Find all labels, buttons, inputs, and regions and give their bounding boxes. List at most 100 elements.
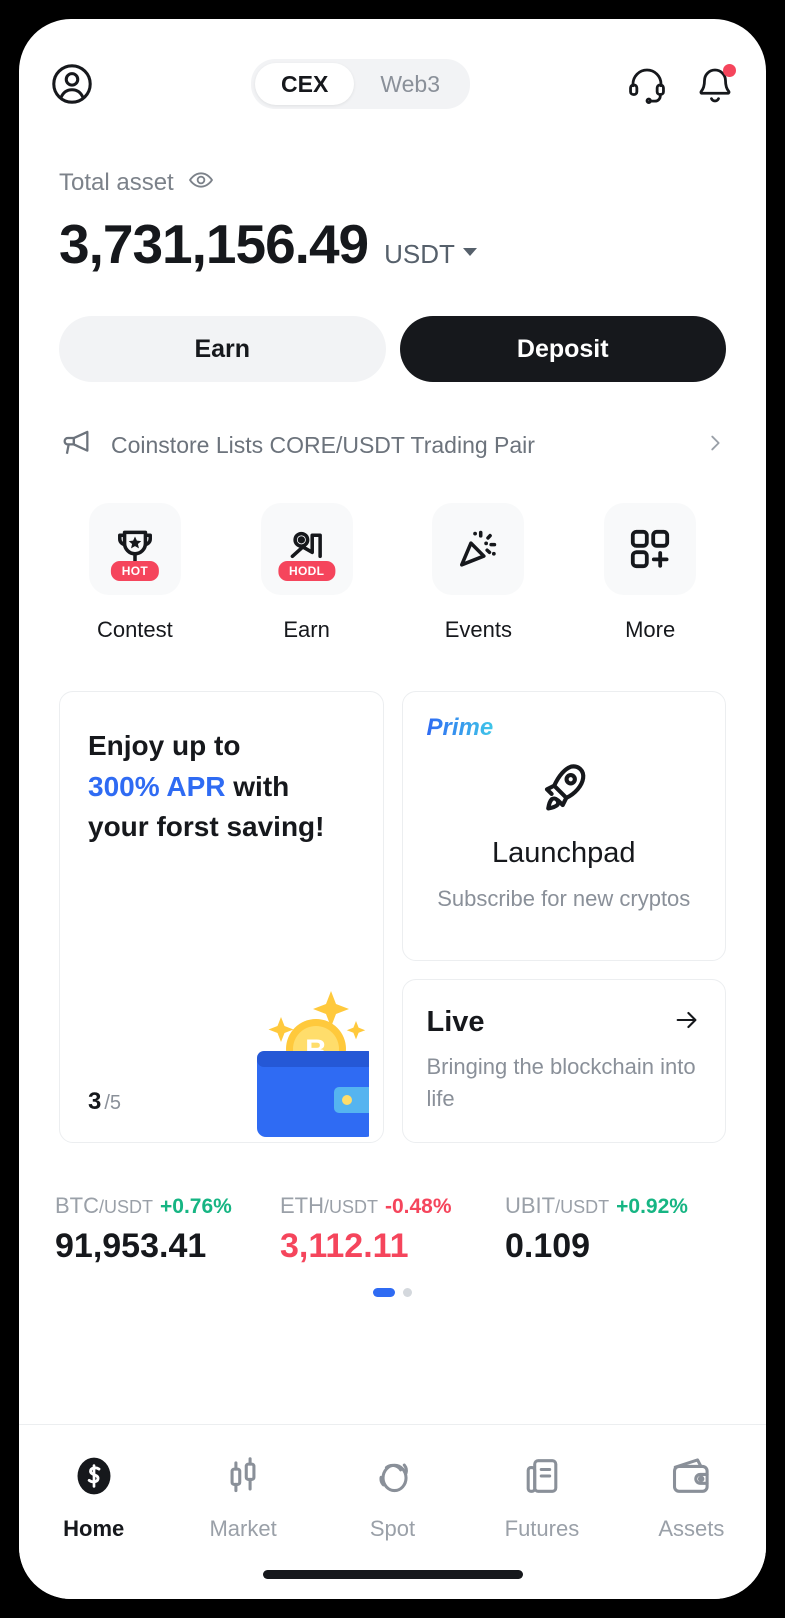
promo-line3: your forst saving! [88, 811, 325, 843]
promo-line1: Enjoy up to [88, 730, 241, 761]
ticker-quote: /USDT [324, 1197, 378, 1217]
action-buttons: Earn Deposit [19, 276, 766, 382]
ticker-change: -0.48% [385, 1195, 452, 1218]
ticker-quote: /USDT [555, 1197, 610, 1217]
nav-label: Market [209, 1516, 277, 1541]
phone-frame: CEX Web3 Total asset 3,731,156.49 USDT E… [8, 8, 777, 1610]
quick-link-label: Earn [283, 617, 330, 642]
prime-tag: Prime [426, 714, 494, 741]
ticker-header: ETH /USDT -0.48% [280, 1193, 505, 1219]
eye-icon[interactable] [188, 167, 214, 198]
quick-link-more[interactable]: More [564, 503, 736, 643]
app-header: CEX Web3 [19, 19, 766, 119]
nav-label: Home [63, 1516, 125, 1541]
carousel-dots [19, 1288, 766, 1297]
coinstore-logo-icon [71, 1453, 117, 1504]
pagination-current: 3 [88, 1088, 102, 1115]
user-circle-icon[interactable] [49, 61, 95, 107]
caret-down-icon [462, 247, 477, 256]
quick-link-label: Contest [96, 617, 173, 642]
confetti-icon [432, 503, 525, 595]
ticker-base: ETH [280, 1193, 324, 1218]
announcement-bar[interactable]: Coinstore Lists CORE/USDT Trading Pair [19, 382, 766, 465]
quick-link-contest[interactable]: HOT Contest [49, 503, 221, 643]
nav-item-market[interactable]: Market [168, 1453, 317, 1542]
right-card-column: Prime Launchpad Subscribe for new crypto… [401, 691, 726, 1143]
promo-highlight: 300% APR [88, 770, 226, 802]
launchpad-title: Launchpad [491, 837, 636, 869]
quick-link-label: More [625, 617, 676, 642]
ticker-price: 0.109 [505, 1227, 591, 1265]
carousel-dot-active[interactable] [373, 1288, 395, 1297]
earn-button[interactable]: Earn [59, 316, 386, 382]
home-indicator [262, 1570, 523, 1579]
bell-icon[interactable] [694, 63, 736, 105]
megaphone-icon [59, 426, 93, 465]
balance-row: 3,731,156.49 USDT [59, 212, 726, 276]
nav-label: Futures [504, 1516, 580, 1541]
document-icon [519, 1453, 565, 1504]
badge-hot: HOT [110, 561, 159, 581]
currency-label: USDT [384, 239, 455, 269]
promo-line2-rest: with [225, 770, 290, 802]
nav-label: Spot [369, 1516, 416, 1541]
nav-item-assets[interactable]: Assets [617, 1453, 766, 1542]
currency-selector[interactable]: USDT [384, 239, 477, 270]
headset-icon[interactable] [626, 63, 668, 105]
total-asset-row: Total asset [59, 167, 726, 198]
mode-switch: CEX Web3 [95, 59, 626, 109]
ticker-quote: /USDT [99, 1197, 153, 1217]
deposit-button[interactable]: Deposit [399, 316, 726, 382]
launchpad-subtitle: Subscribe for new cryptos [437, 886, 691, 911]
candlestick-icon [220, 1453, 266, 1504]
live-header: Live [427, 1006, 702, 1039]
ticker-header: BTC /USDT +0.76% [55, 1193, 280, 1219]
ticker-ubit[interactable]: UBIT /USDT +0.92% 0.109 [505, 1193, 730, 1266]
segmented-control: CEX Web3 [251, 59, 470, 109]
header-actions [626, 63, 736, 105]
quick-link-earn[interactable]: HODL Earn [221, 503, 393, 643]
chevron-right-icon[interactable] [704, 432, 726, 459]
tab-cex[interactable]: CEX [255, 63, 355, 105]
nav-item-spot[interactable]: Spot [318, 1453, 467, 1542]
wallet-bitcoin-illustration: B [219, 977, 382, 1142]
trophy-icon: HOT [88, 503, 181, 595]
hodl-chart-icon: HODL [260, 503, 353, 595]
nav-item-futures[interactable]: Futures [467, 1453, 616, 1542]
promo-pagination: 3 /5 [88, 1088, 121, 1116]
ticker-base: BTC [55, 1193, 99, 1218]
live-card[interactable]: Live Bringing the blockchain into life [401, 979, 726, 1143]
arrow-right-icon[interactable] [673, 1006, 701, 1039]
total-asset-label: Total asset [59, 168, 174, 196]
live-subtitle: Bringing the blockchain into life [426, 1054, 696, 1111]
ticker-price: 3,112.11 [280, 1227, 409, 1265]
live-title: Live [426, 1006, 485, 1038]
carousel-dot[interactable] [403, 1288, 412, 1297]
ticker-eth[interactable]: ETH /USDT -0.48% 3,112.11 [280, 1193, 505, 1266]
tab-web3[interactable]: Web3 [354, 63, 466, 105]
quick-links: HOT Contest HODL Earn Events More [19, 465, 766, 643]
promo-text: Enjoy up to 300% APR with your forst sav… [88, 726, 355, 848]
quick-link-events[interactable]: Events [393, 503, 565, 643]
grid-plus-icon [604, 503, 697, 595]
ticker-change: +0.76% [160, 1195, 232, 1218]
nav-item-home[interactable]: Home [19, 1453, 168, 1542]
app-screen: CEX Web3 Total asset 3,731,156.49 USDT E… [19, 19, 766, 1599]
ticker-row: BTC /USDT +0.76% 91,953.41 ETH /USDT -0.… [19, 1143, 766, 1266]
rocket-icon [533, 756, 595, 823]
ticker-header: UBIT /USDT +0.92% [505, 1193, 730, 1219]
ticker-base: UBIT [505, 1193, 556, 1218]
nav-label: Assets [658, 1516, 725, 1541]
wallet-icon [668, 1453, 714, 1504]
feature-cards: Enjoy up to 300% APR with your forst sav… [19, 643, 766, 1143]
ticker-change: +0.92% [616, 1195, 688, 1218]
notification-dot [723, 64, 736, 77]
launchpad-card[interactable]: Prime Launchpad Subscribe for new crypto… [401, 691, 726, 961]
ticker-price: 91,953.41 [55, 1227, 207, 1265]
bottom-navigation: Home Market Spot Futures Assets [19, 1424, 766, 1599]
quick-link-label: Events [444, 617, 512, 642]
spot-rings-icon [370, 1453, 416, 1504]
badge-hodl: HODL [278, 561, 336, 581]
ticker-btc[interactable]: BTC /USDT +0.76% 91,953.41 [55, 1193, 280, 1266]
promo-card[interactable]: Enjoy up to 300% APR with your forst sav… [59, 691, 384, 1143]
